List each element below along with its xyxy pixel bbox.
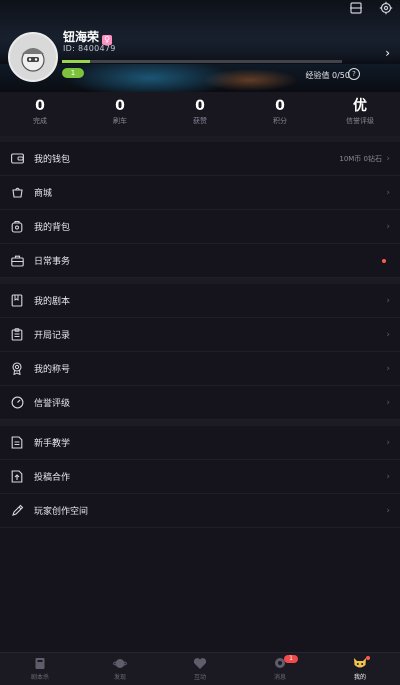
chevron-right-icon: › bbox=[386, 295, 390, 306]
store-icon bbox=[10, 186, 24, 200]
chevron-right-icon: › bbox=[386, 153, 390, 164]
pen-icon bbox=[10, 504, 24, 518]
nav-label: 剧本杀 bbox=[30, 674, 49, 681]
menu-item-reputation[interactable]: 信誉评级 › bbox=[0, 386, 400, 420]
menu-item-label: 投稿合作 bbox=[34, 473, 71, 483]
chevron-right-icon: › bbox=[386, 187, 390, 198]
chevron-right-icon: › bbox=[386, 505, 390, 516]
nav-label: 发现 bbox=[113, 674, 126, 681]
menu-item-daily-tasks[interactable]: 日常事务 bbox=[0, 244, 400, 278]
menu-item-wallet[interactable]: 我的钱包 10M币 0钻石 › bbox=[0, 142, 400, 176]
menu-item-label: 信誉评级 bbox=[34, 399, 71, 409]
stat-label: 完成 bbox=[33, 117, 47, 125]
menu-item-creator-space[interactable]: 玩家创作空间 › bbox=[0, 494, 400, 528]
nav-tab-messages[interactable]: 1 消息 bbox=[240, 653, 320, 685]
menu-item-my-scripts[interactable]: 我的剧本 › bbox=[0, 284, 400, 318]
medal-icon bbox=[10, 362, 24, 376]
menu-item-label: 日常事务 bbox=[34, 257, 71, 267]
wallet-balance: 10M币 0钻石 bbox=[339, 154, 382, 163]
nav-tab-me[interactable]: 我的 bbox=[320, 653, 400, 685]
menu-item-label: 我的称号 bbox=[34, 365, 71, 375]
stat-reputation[interactable]: 优 信誉评级 bbox=[320, 92, 400, 136]
menu-item-backpack[interactable]: 我的背包 › bbox=[0, 210, 400, 244]
level-value: 1 bbox=[70, 69, 76, 77]
stat-completed[interactable]: 0 完成 bbox=[0, 92, 80, 136]
notification-dot bbox=[366, 656, 370, 660]
gear-icon[interactable] bbox=[378, 0, 394, 16]
book-icon bbox=[10, 294, 24, 308]
backpack-icon bbox=[10, 220, 24, 234]
stat-value: 优 bbox=[353, 98, 367, 114]
briefcase-icon bbox=[10, 254, 24, 268]
profile-header[interactable]: 钮海荣 ♀ ID: 8400479 1 经验值 0/50 ? › bbox=[0, 0, 400, 92]
chevron-right-icon: › bbox=[386, 437, 390, 448]
menu-item-label: 新手教学 bbox=[34, 439, 71, 449]
menu-item-submissions[interactable]: 投稿合作 › bbox=[0, 460, 400, 494]
menu-item-my-titles[interactable]: 我的称号 › bbox=[0, 352, 400, 386]
chevron-right-icon: › bbox=[386, 329, 390, 340]
bottom-navigation: 剧本杀 发现 互动 1 消息 我的 bbox=[0, 652, 400, 685]
chevron-right-icon: › bbox=[386, 397, 390, 408]
username: 钮海荣 ♀ bbox=[63, 28, 113, 45]
scan-icon[interactable] bbox=[348, 0, 364, 16]
user-id: ID: 8400479 bbox=[63, 44, 116, 53]
level-badge: 1 bbox=[62, 68, 84, 78]
chevron-right-icon: › bbox=[386, 471, 390, 482]
stat-label: 积分 bbox=[273, 117, 287, 125]
heart-icon bbox=[192, 656, 208, 670]
menu-item-label: 开局记录 bbox=[34, 331, 71, 341]
stat-likes[interactable]: 0 获赞 bbox=[160, 92, 240, 136]
stat-value: 0 bbox=[35, 98, 45, 114]
experience-text: 经验值 0/50 bbox=[305, 71, 350, 80]
planet-icon bbox=[112, 656, 128, 670]
clipboard-icon bbox=[10, 328, 24, 342]
stat-value: 0 bbox=[275, 98, 285, 114]
menu-item-label: 我的钱包 bbox=[34, 155, 71, 165]
header-actions bbox=[348, 0, 394, 16]
avatar[interactable] bbox=[8, 32, 58, 82]
nav-label: 互动 bbox=[193, 674, 206, 681]
nav-tab-scripts[interactable]: 剧本杀 bbox=[0, 653, 80, 685]
menu-list: 我的钱包 10M币 0钻石 › 商城 › 我的背包 › 日常事务 我的剧本 › … bbox=[0, 136, 400, 528]
upload-document-icon bbox=[10, 470, 24, 484]
tutorial-icon bbox=[10, 436, 24, 450]
menu-item-label: 玩家创作空间 bbox=[34, 507, 89, 517]
menu-item-label: 我的背包 bbox=[34, 223, 71, 233]
menu-item-label: 商城 bbox=[34, 189, 53, 199]
menu-item-game-history[interactable]: 开局记录 › bbox=[0, 318, 400, 352]
nav-label: 我的 bbox=[353, 674, 366, 681]
gauge-icon bbox=[10, 396, 24, 410]
chevron-right-icon: › bbox=[386, 221, 390, 232]
nav-tab-discover[interactable]: 发现 bbox=[80, 653, 160, 685]
menu-item-store[interactable]: 商城 › bbox=[0, 176, 400, 210]
avatar-mascot-icon bbox=[21, 48, 45, 72]
stat-label: 信誉评级 bbox=[346, 117, 374, 125]
notification-dot bbox=[382, 258, 386, 263]
username-text: 钮海荣 bbox=[63, 30, 100, 44]
stat-label: 刷车 bbox=[113, 117, 127, 125]
stat-runs[interactable]: 0 刷车 bbox=[80, 92, 160, 136]
script-icon bbox=[32, 656, 48, 670]
menu-item-label: 我的剧本 bbox=[34, 297, 71, 307]
stats-row: 0 完成 0 刷车 0 获赞 0 积分 优 信誉评级 bbox=[0, 92, 400, 136]
stat-value: 0 bbox=[195, 98, 205, 114]
stat-points[interactable]: 0 积分 bbox=[240, 92, 320, 136]
stat-value: 0 bbox=[115, 98, 125, 114]
stat-label: 获赞 bbox=[193, 117, 207, 125]
menu-item-tutorial[interactable]: 新手教学 › bbox=[0, 426, 400, 460]
chevron-right-icon[interactable]: › bbox=[385, 46, 390, 60]
nav-label: 消息 bbox=[273, 674, 286, 681]
level-progress-fill bbox=[62, 60, 90, 63]
nav-tab-interact[interactable]: 互动 bbox=[160, 653, 240, 685]
unread-badge: 1 bbox=[284, 655, 298, 663]
question-circle-icon[interactable]: ? bbox=[348, 68, 360, 80]
wallet-icon bbox=[10, 152, 24, 166]
chevron-right-icon: › bbox=[386, 363, 390, 374]
level-progress-bar bbox=[62, 60, 342, 63]
